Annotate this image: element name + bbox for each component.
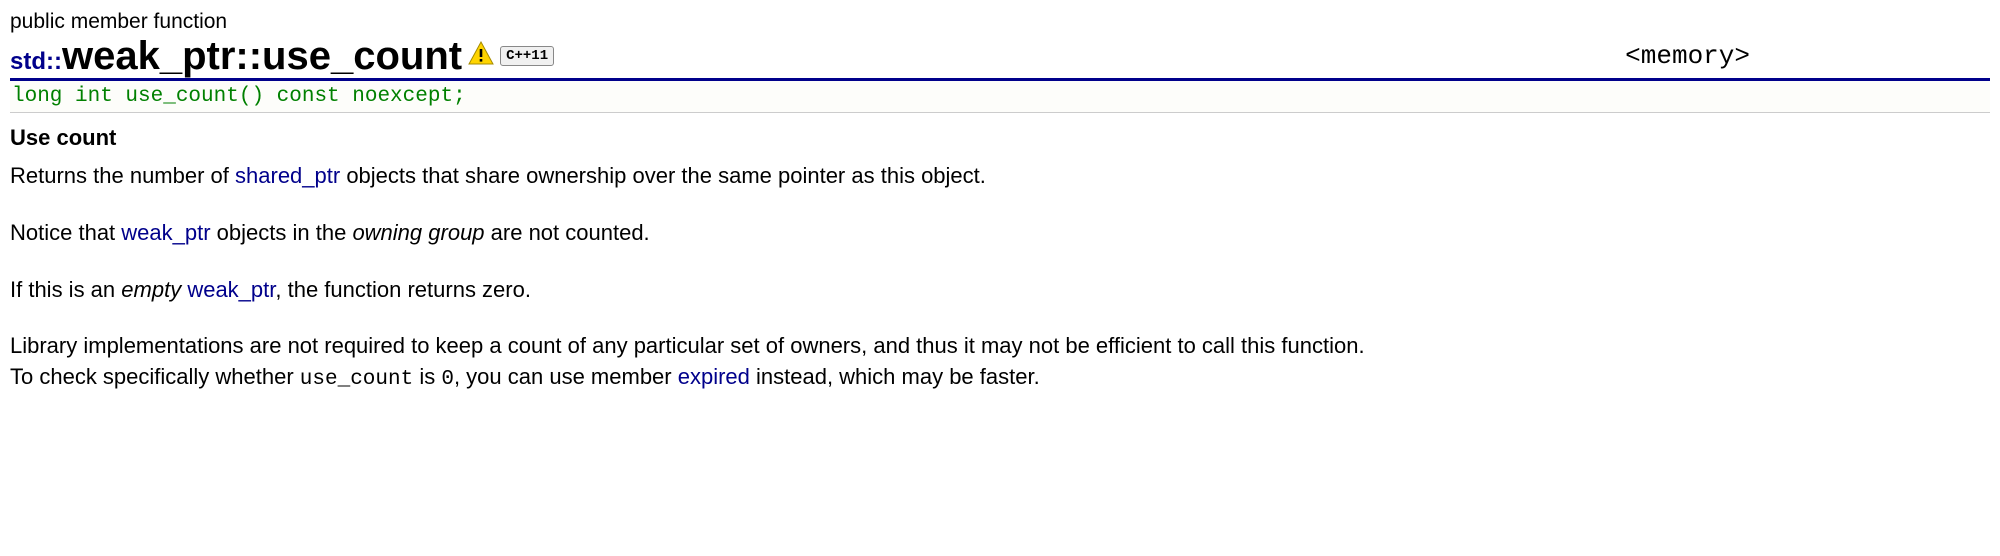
inline-code: use_count	[300, 368, 413, 391]
class-name: weak_ptr	[62, 34, 235, 78]
text: Notice that	[10, 220, 121, 245]
page-title: std::weak_ptr::use_count	[10, 36, 462, 76]
namespace-prefix: std::	[10, 48, 62, 75]
member-name: use_count	[262, 34, 462, 78]
emphasis: empty	[121, 277, 181, 302]
category-label: public member function	[10, 10, 1990, 34]
paragraph-4: Library implementations are not required…	[10, 331, 1370, 394]
paragraph-1: Returns the number of shared_ptr objects…	[10, 161, 1370, 192]
include-header: <memory>	[1625, 41, 1750, 71]
title-row: std::weak_ptr::use_count C++11 <memory>	[10, 36, 1990, 81]
text: instead, which may be faster.	[750, 364, 1040, 389]
text: Returns the number of	[10, 163, 235, 188]
text: , the function returns zero.	[275, 277, 531, 302]
scope-separator: ::	[235, 34, 262, 78]
section-heading: Use count	[10, 125, 1990, 151]
inline-code: 0	[441, 368, 454, 391]
cpp-version-badge: C++11	[500, 46, 554, 66]
paragraph-3: If this is an empty weak_ptr, the functi…	[10, 275, 1370, 306]
link-expired[interactable]: expired	[678, 364, 750, 389]
title-left: std::weak_ptr::use_count C++11	[10, 36, 554, 76]
text: objects that share ownership over the sa…	[340, 163, 986, 188]
emphasis: owning group	[352, 220, 484, 245]
text: are not counted.	[485, 220, 650, 245]
text: is	[413, 364, 441, 389]
link-weak-ptr[interactable]: weak_ptr	[121, 220, 210, 245]
warning-icon	[468, 41, 494, 71]
link-weak-ptr[interactable]: weak_ptr	[187, 277, 275, 302]
text: objects in the	[211, 220, 353, 245]
function-signature: long int use_count() const noexcept;	[10, 81, 1990, 113]
paragraph-2: Notice that weak_ptr objects in the owni…	[10, 218, 1370, 249]
text: , you can use member	[454, 364, 678, 389]
text: If this is an	[10, 277, 121, 302]
link-shared-ptr[interactable]: shared_ptr	[235, 163, 340, 188]
